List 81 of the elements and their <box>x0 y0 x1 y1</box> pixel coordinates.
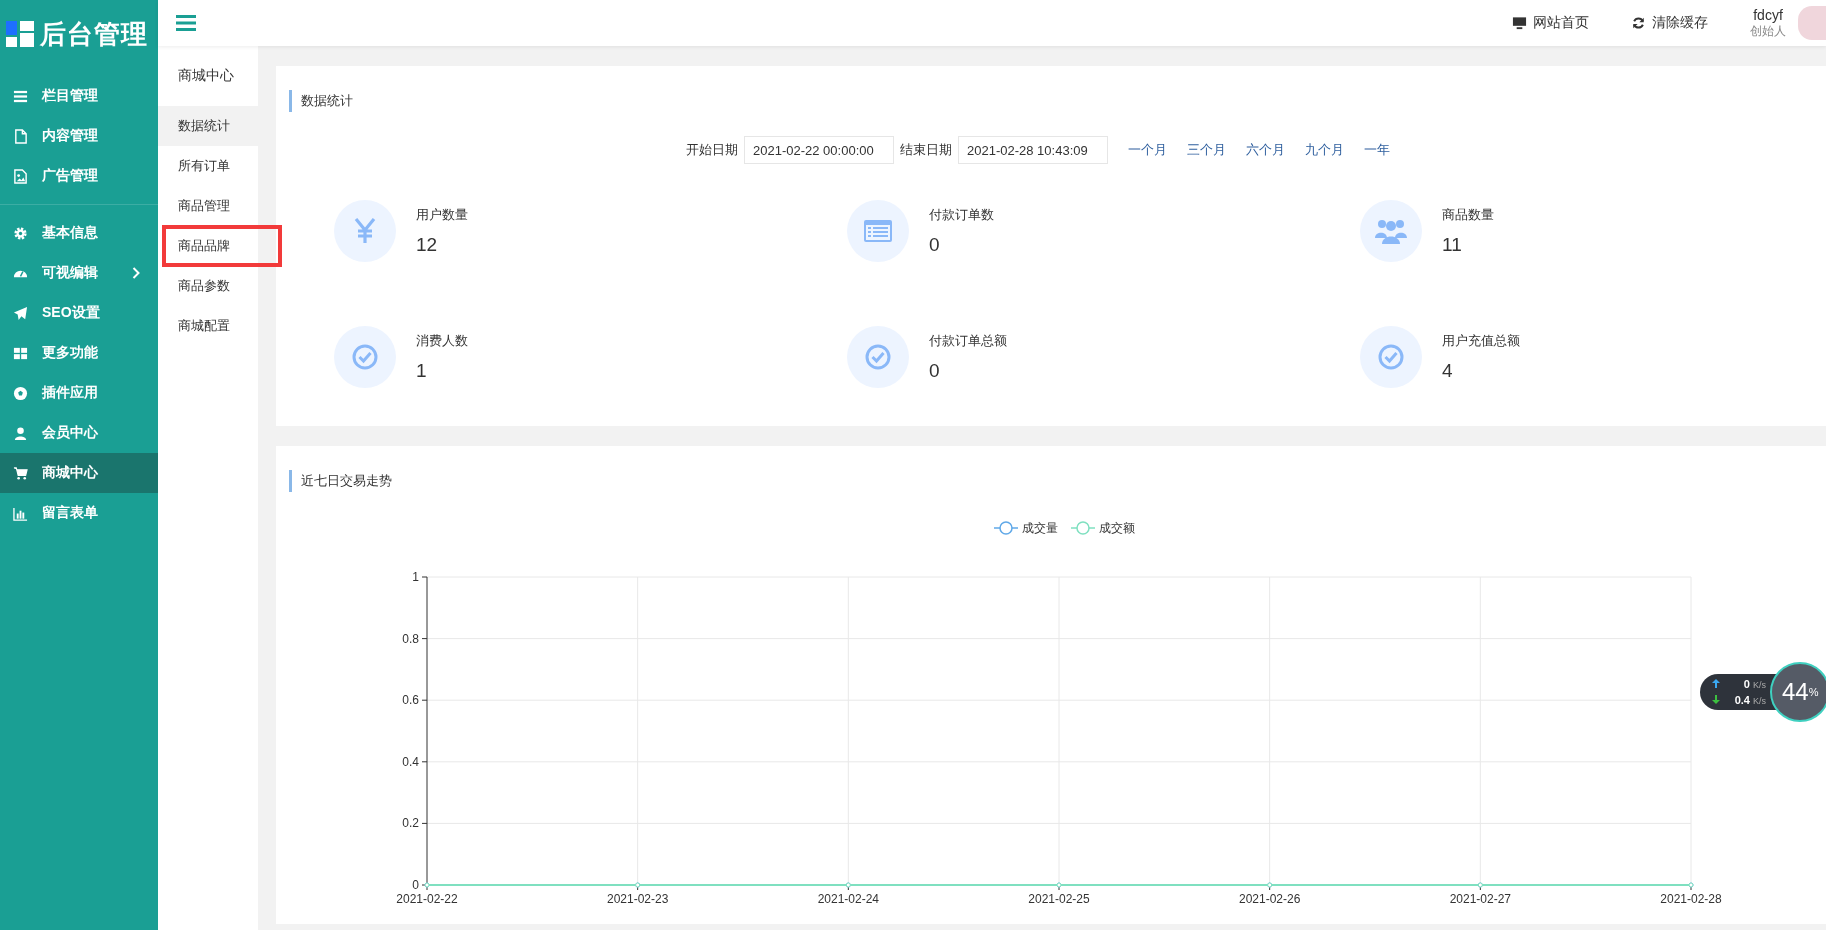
stat-value: 12 <box>416 234 438 256</box>
y-tick-label: 0.6 <box>402 693 419 708</box>
end-date-label: 结束日期 <box>900 141 952 159</box>
x-tick-label: 2021-02-22 <box>396 892 458 906</box>
stat-label: 付款订单数 <box>929 206 994 224</box>
x-tick-label: 2021-02-24 <box>817 892 880 906</box>
stat-value: 4 <box>1442 360 1453 382</box>
stat-value: 0 <box>929 360 940 382</box>
clear-cache-link[interactable]: 清除缓存 <box>1631 14 1708 32</box>
check-circle-icon <box>1378 344 1404 370</box>
list-icon <box>13 88 28 104</box>
start-date-label: 开始日期 <box>686 141 738 159</box>
subnav-item[interactable]: 商品品牌 <box>158 226 258 266</box>
y-tick-label: 0 <box>412 878 419 892</box>
subnav-title: 商城中心 <box>177 66 235 85</box>
users-icon <box>1375 218 1407 244</box>
website-home-link[interactable]: 网站首页 <box>1512 14 1589 32</box>
x-tick-label: 2021-02-23 <box>606 892 669 906</box>
y-tick-label: 0.4 <box>402 754 419 769</box>
paper-plane-icon <box>13 305 28 321</box>
stat-label: 用户充值总额 <box>1442 332 1520 350</box>
x-tick-label: 2021-02-25 <box>1028 892 1090 906</box>
download-unit: K/s <box>1753 696 1766 706</box>
upload-speed: 0 <box>1743 678 1750 690</box>
download-speed: 0.4 <box>1734 694 1750 706</box>
logo-text: 后台管理 <box>40 17 148 51</box>
x-tick-label: 2021-02-28 <box>1660 892 1722 906</box>
bar-chart-icon <box>13 505 28 521</box>
grid-icon <box>13 345 28 361</box>
check-circle-icon <box>352 344 378 370</box>
start-date-field[interactable]: 2021-02-22 00:00:00 <box>744 136 894 164</box>
refresh-icon <box>1631 16 1646 30</box>
y-tick-label: 0.2 <box>402 816 419 831</box>
gear-icon <box>13 225 28 241</box>
legend-label: 成交量 <box>1022 521 1058 535</box>
stat-value: 0 <box>929 234 940 256</box>
subnav-item[interactable]: 数据统计 <box>158 106 258 146</box>
subnav-item[interactable]: 商品参数 <box>158 266 258 306</box>
logo-icon <box>6 21 36 47</box>
stat-label: 用户数量 <box>416 206 468 224</box>
subnav-item[interactable]: 商品管理 <box>158 186 258 226</box>
stat-label: 消费人数 <box>416 332 468 350</box>
range-link[interactable]: 三个月 <box>1187 141 1226 159</box>
end-date-field[interactable]: 2021-02-28 10:43:09 <box>958 136 1108 164</box>
y-tick-label: 0.8 <box>402 631 419 646</box>
yen-icon <box>354 218 376 244</box>
legend-item[interactable]: 成交量 <box>993 521 1058 535</box>
image-icon <box>13 168 28 184</box>
user-role: 创始人 <box>1750 23 1786 40</box>
check-circle-icon <box>865 344 891 370</box>
range-link[interactable]: 一个月 <box>1128 141 1167 159</box>
sidebar-item[interactable]: 商城中心 <box>0 453 158 493</box>
list-card-icon <box>863 219 893 243</box>
ball-icon <box>13 385 28 401</box>
range-link[interactable]: 一年 <box>1364 141 1390 159</box>
panel-title: 数据统计 <box>289 90 1826 112</box>
stat-value: 11 <box>1442 234 1462 256</box>
percent-sign: % <box>1808 686 1819 698</box>
file-icon <box>13 128 28 144</box>
user-name: fdcyf <box>1753 6 1783 23</box>
stat-label: 付款订单总额 <box>929 332 1007 350</box>
cart-icon <box>13 465 28 481</box>
panel-title: 近七日交易走势 <box>289 470 1826 492</box>
usage-percent: 44 <box>1782 678 1809 706</box>
x-tick-label: 2021-02-26 <box>1238 892 1301 906</box>
stat-value: 1 <box>416 360 427 382</box>
legend-label: 成交额 <box>1099 521 1135 535</box>
up-arrow-icon <box>1712 679 1720 688</box>
legend-item[interactable]: 成交额 <box>1070 521 1135 535</box>
stat-label: 商品数量 <box>1442 206 1494 224</box>
x-tick-label: 2021-02-27 <box>1449 892 1512 906</box>
subnav-item[interactable]: 所有订单 <box>158 146 258 186</box>
down-arrow-icon <box>1712 695 1720 704</box>
range-link[interactable]: 九个月 <box>1305 141 1344 159</box>
range-link[interactable]: 六个月 <box>1246 141 1285 159</box>
y-tick-label: 1 <box>412 570 419 584</box>
upload-unit: K/s <box>1753 680 1766 690</box>
menu-icon[interactable] <box>176 15 196 31</box>
monitor-icon <box>1512 16 1527 30</box>
subnav-item[interactable]: 商城配置 <box>158 306 258 346</box>
user-icon <box>13 425 28 441</box>
